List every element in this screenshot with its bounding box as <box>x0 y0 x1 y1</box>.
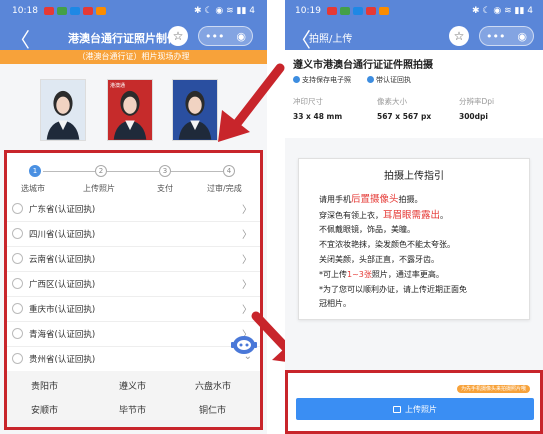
city-liupanshui[interactable]: 六盘水市 <box>195 379 231 392</box>
right-phone-screen: 10:19 ✱ ☾ ◉ ≋ ▮▮ 4 〈 拍照/上传 ☆ ••• ◉ 遵义市港澳… <box>285 0 543 434</box>
spec-label-pixels: 像素大小 <box>377 97 407 106</box>
guide-line-4: 不宜浓妆艳抹，染发颜色不能太夸张。 <box>319 240 455 249</box>
checkbox-icon[interactable] <box>12 203 23 214</box>
back-icon[interactable]: 〈 <box>10 24 30 53</box>
favorite-star-icon[interactable]: ☆ <box>449 26 469 46</box>
status-app-icons <box>326 7 389 15</box>
photo-tag: 港澳通 <box>110 83 126 89</box>
upload-photo-button[interactable]: 上传照片 <box>296 398 534 420</box>
checkbox-icon[interactable] <box>12 328 23 339</box>
city-guiyang[interactable]: 贵阳市 <box>31 379 58 392</box>
mini-program-capsule[interactable]: ••• ◉ <box>198 26 253 46</box>
guide-line-2: 穿深色有领上衣，耳眉眼需露出。 <box>319 210 449 221</box>
nav-bar: 〈 拍照/上传 ☆ ••• ◉ <box>285 22 543 53</box>
province-item-yunnan[interactable]: 云南省(认证回执) 〉 <box>7 247 260 272</box>
portrait-image <box>108 80 152 140</box>
city-bijie[interactable]: 毕节市 <box>119 403 146 416</box>
guide-title: 拍摄上传指引 <box>384 171 444 182</box>
portrait-image <box>46 90 80 140</box>
check-circle-icon <box>293 76 300 83</box>
nav-bar: 〈 港澳台通行证照片制作 ☆ ••• ◉ <box>0 22 267 53</box>
checkbox-icon[interactable] <box>12 253 23 264</box>
chevron-right-icon: 〉 <box>242 280 252 291</box>
upload-button-label: 上传照片 <box>405 404 437 414</box>
spec-label-print-size: 冲印尺寸 <box>293 97 323 106</box>
province-item-guangdong[interactable]: 广东省(认证回执) 〉 <box>7 197 260 222</box>
guide-line-5: 关闭美颜，头部正直，不露牙齿。 <box>319 255 439 264</box>
step-3-label: 支付 <box>157 184 173 193</box>
red-arrow-annotation-top <box>218 63 285 142</box>
province-item-guangxi[interactable]: 广西区(认证回执) 〉 <box>7 272 260 297</box>
guide-line-6: *可上传1~3张照片，通过率更高。 <box>319 270 444 279</box>
step-connector <box>43 171 95 172</box>
status-app-icons <box>43 7 106 15</box>
status-bar: 10:18 ✱ ☾ ◉ ≋ ▮▮ 4 <box>0 0 267 22</box>
step-4-number: 4 <box>223 165 235 177</box>
badge-save-electronic: 支持保存电子照 <box>293 75 351 85</box>
status-bar: 10:19 ✱ ☾ ◉ ≋ ▮▮ 4 <box>285 0 543 22</box>
status-system-icons: ✱ ☾ ◉ ≋ ▮▮ 4 <box>194 6 255 16</box>
chevron-right-icon: 〉 <box>242 230 252 241</box>
step-2-label: 上传照片 <box>83 184 115 193</box>
step-3-number: 3 <box>159 165 171 177</box>
province-item-sichuan[interactable]: 四川省(认证回执) 〉 <box>7 222 260 247</box>
badge-receipt: 带认证回执 <box>367 75 411 85</box>
spec-label-dpi: 分辨率Dpi <box>459 97 495 106</box>
mini-program-capsule[interactable]: ••• ◉ <box>479 26 534 46</box>
favorite-star-icon[interactable]: ☆ <box>168 26 188 46</box>
upload-footer: 为先手机摄像头来拍摄照片哦 上传照片 <box>285 370 543 434</box>
spec-value-dpi: 300dpi <box>459 112 488 121</box>
check-circle-icon <box>367 76 374 83</box>
checkbox-icon[interactable] <box>12 303 23 314</box>
image-icon <box>393 405 401 413</box>
spec-heading: 遵义市港澳台通行证证件照拍摄 <box>293 60 433 71</box>
guide-line-7: *为了您可以顺利办证，请上传近期正面免 <box>319 285 467 294</box>
photo-spec-card: 遵义市港澳台通行证证件照拍摄 支持保存电子照 带认证回执 冲印尺寸 像素大小 分… <box>285 50 543 138</box>
step-4-label: 过审/完成 <box>207 184 242 193</box>
city-zunyi[interactable]: 遵义市 <box>119 379 146 392</box>
page-title: 拍照/上传 <box>309 34 353 45</box>
progress-steps: 1 2 3 4 选城市 上传照片 支付 过审/完成 <box>7 161 260 193</box>
step-1-label: 选城市 <box>21 184 45 193</box>
status-time: 10:18 <box>12 6 38 16</box>
step-connector <box>107 171 159 172</box>
page-title: 港澳台通行证照片制作 <box>68 32 178 45</box>
back-icon[interactable]: 〈 <box>291 24 311 53</box>
spec-value-pixels: 567 x 567 px <box>377 112 432 121</box>
province-item-qinghai[interactable]: 青海省(认证回执) 〉 <box>7 322 260 347</box>
shooting-guide-card: 拍摄上传指引 请用手机后置摄像头拍摄。 穿深色有领上衣，耳眉眼需露出。 不佩戴眼… <box>298 158 530 320</box>
more-icon[interactable]: ••• <box>205 30 224 43</box>
province-item-chongqing[interactable]: 重庆市(认证回执) 〉 <box>7 297 260 322</box>
step-connector <box>171 171 223 172</box>
footer-tip: 为先手机摄像头来拍摄照片哦 <box>456 385 530 393</box>
sample-photo-red: 港澳通 <box>107 79 153 141</box>
chevron-right-icon: 〉 <box>242 205 252 216</box>
chevron-right-icon: 〉 <box>242 255 252 266</box>
city-selection-panel: 1 2 3 4 选城市 上传照片 支付 过审/完成 广东省(认证回执) 〉 四川省… <box>4 150 263 430</box>
record-icon[interactable]: ◉ <box>517 30 527 43</box>
status-time: 10:19 <box>295 6 321 16</box>
more-icon[interactable]: ••• <box>486 30 505 43</box>
guide-line-1: 请用手机后置摄像头拍摄。 <box>319 194 423 205</box>
guide-line-3: 不佩戴眼镜，饰品，美瞳。 <box>319 225 415 234</box>
record-icon[interactable]: ◉ <box>236 30 246 43</box>
city-tongren[interactable]: 铜仁市 <box>199 403 226 416</box>
guide-line-8: 冠相片。 <box>319 299 351 308</box>
checkbox-icon[interactable] <box>12 353 23 364</box>
province-item-guizhou[interactable]: 贵州省(认证回执) ⌄ <box>7 347 260 372</box>
step-2-number: 2 <box>95 165 107 177</box>
status-system-icons: ✱ ☾ ◉ ≋ ▮▮ 4 <box>472 6 533 16</box>
checkbox-icon[interactable] <box>12 278 23 289</box>
step-1-number: 1 <box>29 165 41 177</box>
city-anshun[interactable]: 安顺市 <box>31 403 58 416</box>
city-list: 贵阳市 遵义市 六盘水市 安顺市 毕节市 铜仁市 <box>7 371 260 427</box>
sample-photo-white <box>40 79 86 141</box>
checkbox-icon[interactable] <box>12 228 23 239</box>
spec-value-print-size: 33 x 48 mm <box>293 112 343 121</box>
